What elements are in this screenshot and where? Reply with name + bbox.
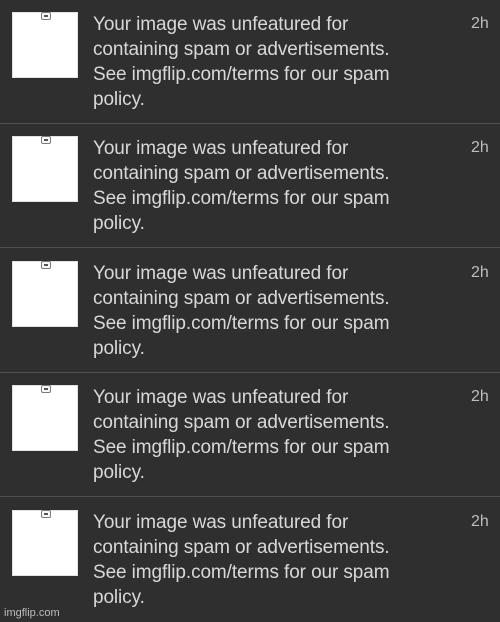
image-thumbnail[interactable] bbox=[12, 385, 78, 451]
notification-row[interactable]: Your image was unfeatured for containing… bbox=[0, 0, 500, 124]
notification-row[interactable]: Your image was unfeatured for containing… bbox=[0, 373, 500, 497]
notification-time: 2h bbox=[471, 139, 489, 156]
notification-message: Your image was unfeatured for containing… bbox=[93, 263, 390, 359]
notification-time: 2h bbox=[471, 264, 489, 281]
image-thumbnail[interactable] bbox=[12, 12, 78, 78]
image-thumbnail[interactable] bbox=[12, 510, 78, 576]
notification-row[interactable]: Your image was unfeatured for containing… bbox=[0, 498, 500, 622]
thumbnail-badge-icon bbox=[41, 136, 51, 144]
notification-time: 2h bbox=[471, 388, 489, 405]
notification-message: Your image was unfeatured for containing… bbox=[93, 14, 390, 110]
thumbnail-badge-icon bbox=[41, 510, 51, 518]
image-thumbnail[interactable] bbox=[12, 261, 78, 327]
notification-row[interactable]: Your image was unfeatured for containing… bbox=[0, 249, 500, 373]
thumbnail-badge-icon bbox=[41, 385, 51, 393]
notification-message: Your image was unfeatured for containing… bbox=[93, 138, 390, 234]
notification-message: Your image was unfeatured for containing… bbox=[93, 512, 390, 608]
image-thumbnail[interactable] bbox=[12, 136, 78, 202]
notification-message: Your image was unfeatured for containing… bbox=[93, 387, 390, 483]
thumbnail-badge-icon bbox=[41, 12, 51, 20]
notification-list: Your image was unfeatured for containing… bbox=[0, 0, 500, 622]
notification-row[interactable]: Your image was unfeatured for containing… bbox=[0, 124, 500, 248]
watermark-text: imgflip.com bbox=[4, 607, 60, 619]
notification-time: 2h bbox=[471, 513, 489, 530]
notification-time: 2h bbox=[471, 15, 489, 32]
thumbnail-badge-icon bbox=[41, 261, 51, 269]
